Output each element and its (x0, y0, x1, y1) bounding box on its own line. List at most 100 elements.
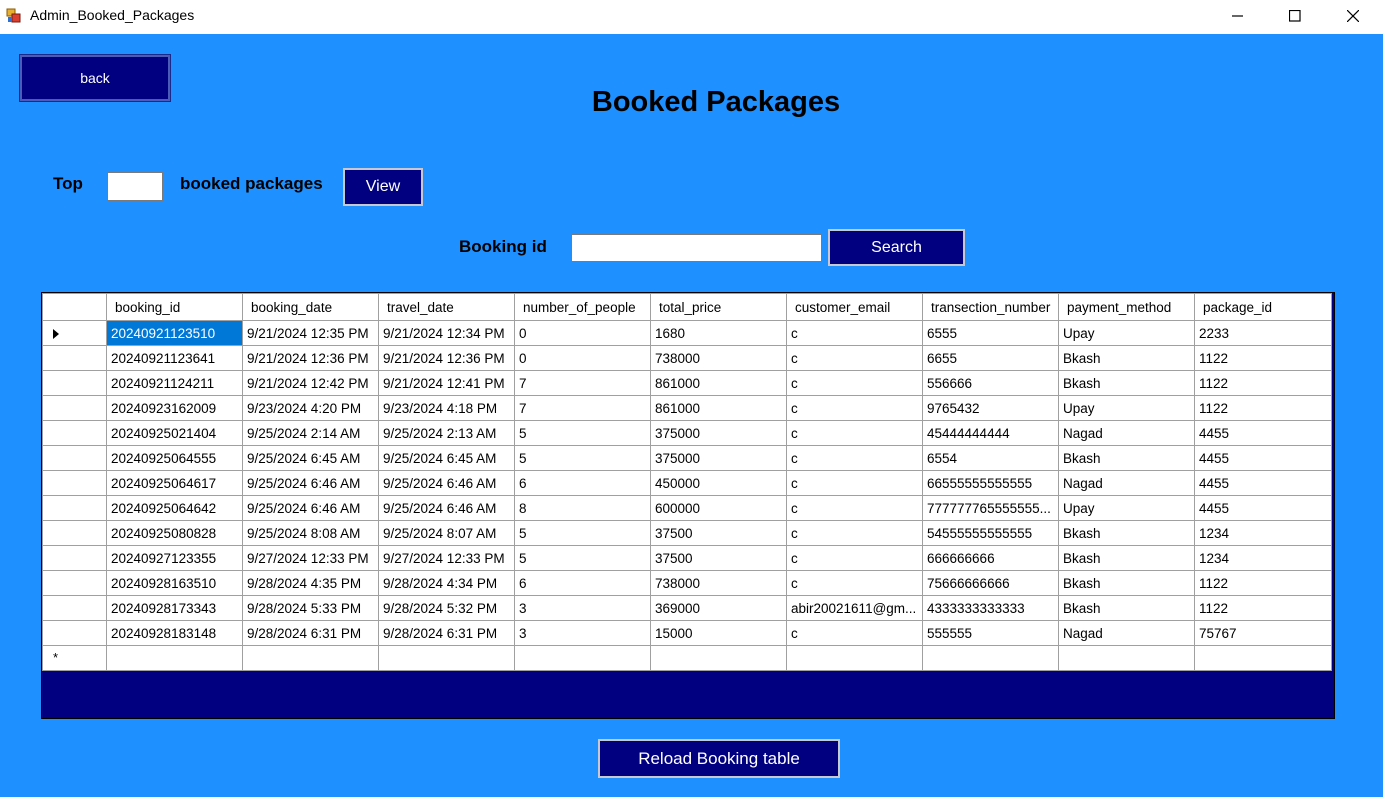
row-header[interactable] (42, 570, 107, 596)
table-cell-booking-id[interactable]: 20240925021404 (106, 420, 243, 446)
table-cell-payment-method[interactable]: Bkash (1058, 370, 1195, 396)
table-cell-customer-email[interactable]: c (786, 620, 923, 646)
booking-id-input[interactable] (571, 234, 822, 262)
table-cell-booking-id[interactable]: 20240921123641 (106, 345, 243, 371)
bookings-grid[interactable]: booking_id booking_date travel_date number_… (41, 292, 1335, 719)
table-cell-customer-email[interactable]: c (786, 320, 923, 346)
table-cell-booking-date[interactable]: 9/28/2024 6:31 PM (242, 620, 379, 646)
table-cell-customer-email[interactable]: c (786, 470, 923, 496)
table-cell-package-id[interactable]: 2233 (1194, 320, 1332, 346)
table-cell-number-of-people[interactable]: 8 (514, 495, 651, 521)
table-cell-empty[interactable] (514, 645, 651, 671)
table-row[interactable]: 20240927123355 9/27/2024 12:33 PM 9/27/202… (42, 545, 1332, 571)
table-cell-transection-number[interactable]: 555555 (922, 620, 1059, 646)
table-cell-transection-number[interactable]: 666666666 (922, 545, 1059, 571)
table-row[interactable]: 20240921123641 9/21/2024 12:36 PM 9/21/202… (42, 345, 1332, 371)
table-cell-booking-id[interactable]: 20240925064642 (106, 495, 243, 521)
table-cell-travel-date[interactable]: 9/21/2024 12:41 PM (378, 370, 515, 396)
table-cell-travel-date[interactable]: 9/27/2024 12:33 PM (378, 545, 515, 571)
table-row[interactable]: 20240921123510 9/21/2024 12:35 PM 9/21/202… (42, 320, 1332, 346)
table-cell-payment-method[interactable]: Nagad (1058, 470, 1195, 496)
table-cell-transection-number[interactable]: 556666 (922, 370, 1059, 396)
table-cell-transection-number[interactable]: 777777765555555... (922, 495, 1059, 521)
table-cell-number-of-people[interactable]: 5 (514, 545, 651, 571)
table-cell-travel-date[interactable]: 9/25/2024 6:46 AM (378, 470, 515, 496)
table-cell-payment-method[interactable]: Nagad (1058, 420, 1195, 446)
table-cell-transection-number[interactable]: 6554 (922, 445, 1059, 471)
table-cell-transection-number[interactable]: 6655 (922, 345, 1059, 371)
table-cell-booking-date[interactable]: 9/28/2024 5:33 PM (242, 595, 379, 621)
table-cell-travel-date[interactable]: 9/25/2024 8:07 AM (378, 520, 515, 546)
table-cell-number-of-people[interactable]: 5 (514, 520, 651, 546)
row-header[interactable] (42, 595, 107, 621)
table-cell-payment-method[interactable]: Bkash (1058, 595, 1195, 621)
table-cell-booking-id[interactable]: 20240928173343 (106, 595, 243, 621)
table-cell-booking-id[interactable]: 20240928163510 (106, 570, 243, 596)
row-header[interactable] (42, 545, 107, 571)
table-cell-booking-date[interactable]: 9/21/2024 12:42 PM (242, 370, 379, 396)
row-header[interactable] (42, 495, 107, 521)
table-cell-booking-date[interactable]: 9/27/2024 12:33 PM (242, 545, 379, 571)
table-cell-package-id[interactable]: 4455 (1194, 470, 1332, 496)
table-cell-number-of-people[interactable]: 3 (514, 620, 651, 646)
table-cell-empty[interactable] (922, 645, 1059, 671)
table-cell-booking-date[interactable]: 9/23/2024 4:20 PM (242, 395, 379, 421)
table-cell-payment-method[interactable]: Upay (1058, 320, 1195, 346)
table-cell-travel-date[interactable]: 9/28/2024 4:34 PM (378, 570, 515, 596)
table-cell-booking-date[interactable]: 9/25/2024 6:46 AM (242, 495, 379, 521)
table-cell-package-id[interactable]: 1234 (1194, 545, 1332, 571)
row-header[interactable] (42, 370, 107, 396)
search-button[interactable]: Search (828, 229, 965, 266)
table-cell-package-id[interactable]: 1122 (1194, 345, 1332, 371)
column-header[interactable]: booking_id (106, 293, 243, 321)
table-cell-customer-email[interactable]: c (786, 520, 923, 546)
row-header[interactable] (42, 520, 107, 546)
table-cell-booking-id[interactable]: 20240925064617 (106, 470, 243, 496)
table-cell-package-id[interactable]: 1122 (1194, 370, 1332, 396)
top-count-input[interactable] (107, 172, 163, 201)
row-header[interactable]: * (42, 645, 107, 671)
table-corner-header[interactable] (42, 293, 107, 321)
table-cell-number-of-people[interactable]: 5 (514, 420, 651, 446)
table-cell-package-id[interactable]: 75767 (1194, 620, 1332, 646)
row-header[interactable] (42, 420, 107, 446)
table-cell-empty[interactable] (786, 645, 923, 671)
table-cell-total-price[interactable]: 37500 (650, 545, 787, 571)
table-cell-total-price[interactable]: 738000 (650, 570, 787, 596)
table-cell-booking-date[interactable]: 9/25/2024 6:46 AM (242, 470, 379, 496)
column-header[interactable]: transection_number (922, 293, 1059, 321)
table-cell-total-price[interactable]: 861000 (650, 395, 787, 421)
table-cell-transection-number[interactable]: 9765432 (922, 395, 1059, 421)
table-cell-booking-id[interactable]: 20240927123355 (106, 545, 243, 571)
row-header[interactable] (42, 395, 107, 421)
table-cell-travel-date[interactable]: 9/25/2024 2:13 AM (378, 420, 515, 446)
table-cell-payment-method[interactable]: Upay (1058, 395, 1195, 421)
table-cell-transection-number[interactable]: 54555555555555 (922, 520, 1059, 546)
reload-booking-table-button[interactable]: Reload Booking table (598, 739, 840, 778)
table-cell-empty[interactable] (242, 645, 379, 671)
table-row[interactable]: 20240925080828 9/25/2024 8:08 AM 9/25/2024… (42, 520, 1332, 546)
table-cell-total-price[interactable]: 1680 (650, 320, 787, 346)
table-cell-transection-number[interactable]: 66555555555555 (922, 470, 1059, 496)
table-cell-travel-date[interactable]: 9/21/2024 12:36 PM (378, 345, 515, 371)
view-button[interactable]: View (343, 168, 423, 206)
table-cell-total-price[interactable]: 369000 (650, 595, 787, 621)
table-cell-payment-method[interactable]: Bkash (1058, 570, 1195, 596)
table-row[interactable]: 20240925064555 9/25/2024 6:45 AM 9/25/2024… (42, 445, 1332, 471)
table-cell-booking-date[interactable]: 9/21/2024 12:35 PM (242, 320, 379, 346)
close-button[interactable] (1330, 0, 1376, 32)
table-row[interactable]: 20240928173343 9/28/2024 5:33 PM 9/28/2024… (42, 595, 1332, 621)
table-cell-customer-email[interactable]: abir20021611@gm... (786, 595, 923, 621)
table-cell-total-price[interactable]: 738000 (650, 345, 787, 371)
table-cell-customer-email[interactable]: c (786, 420, 923, 446)
column-header[interactable]: payment_method (1058, 293, 1195, 321)
table-cell-empty[interactable] (378, 645, 515, 671)
table-cell-travel-date[interactable]: 9/28/2024 6:31 PM (378, 620, 515, 646)
table-new-row[interactable]: * (42, 645, 1332, 671)
table-cell-customer-email[interactable]: c (786, 445, 923, 471)
column-header[interactable]: customer_email (786, 293, 923, 321)
table-row[interactable]: 20240925064642 9/25/2024 6:46 AM 9/25/2024… (42, 495, 1332, 521)
table-cell-empty[interactable] (106, 645, 243, 671)
table-row[interactable]: 20240921124211 9/21/2024 12:42 PM 9/21/202… (42, 370, 1332, 396)
table-cell-payment-method[interactable]: Bkash (1058, 345, 1195, 371)
